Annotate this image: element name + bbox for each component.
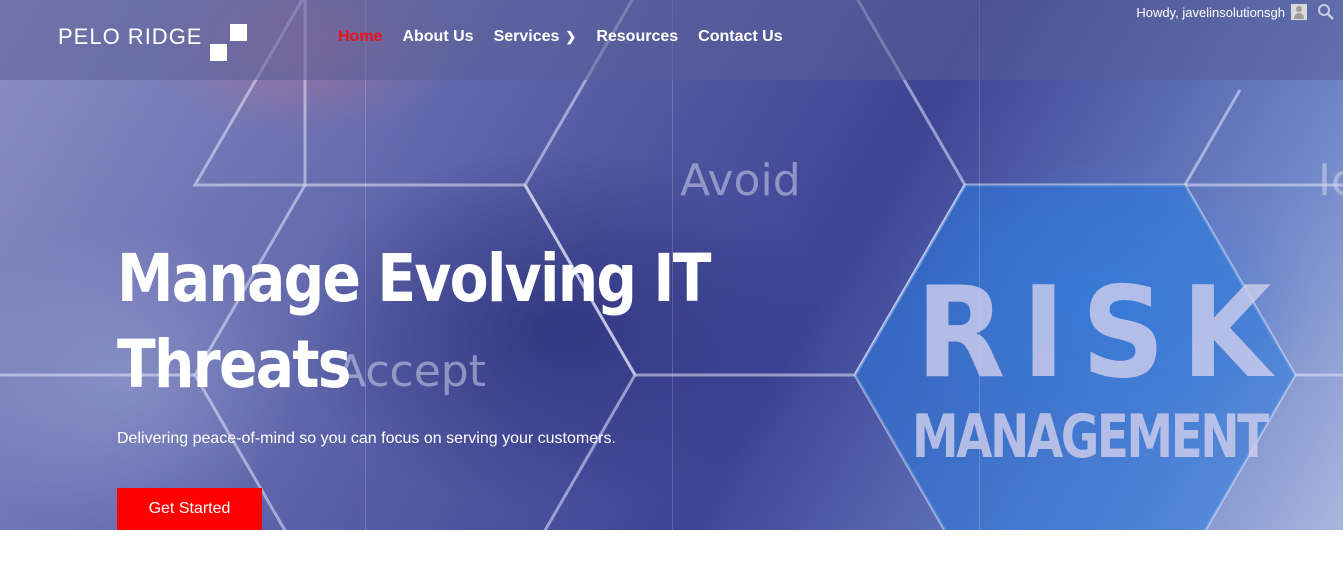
nav-services-label: Services	[493, 28, 560, 45]
avatar-icon	[1291, 4, 1307, 20]
hero-subheading: Delivering peace-of-mind so you can focu…	[117, 430, 616, 447]
admin-greeting[interactable]: Howdy, javelinsolutionsgh	[1136, 4, 1307, 20]
hero-headline-line1: Manage Evolving IT	[117, 240, 711, 317]
bg-word-edge: Ic	[1318, 155, 1343, 206]
bg-word-avoid: Avoid	[680, 155, 801, 206]
bg-word-management: MANAGEMENT	[912, 402, 1269, 472]
chevron-right-icon: ❯	[565, 29, 577, 44]
hero-headline: Manage Evolving IT Threats	[117, 236, 736, 408]
bg-word-risk: RISK	[916, 259, 1288, 406]
nav-home[interactable]: Home	[338, 28, 382, 46]
get-started-button[interactable]: Get Started	[117, 488, 262, 530]
logo-mark-icon	[210, 24, 248, 62]
nav-resources[interactable]: Resources	[596, 28, 678, 46]
hero-headline-line2: Threats	[117, 326, 352, 403]
site-logo-text[interactable]: PELO RIDGE	[58, 24, 202, 50]
site-header: PELO RIDGE Home About Us Services ❯ Resou…	[0, 0, 1343, 80]
admin-greeting-text: Howdy, javelinsolutionsgh	[1136, 4, 1285, 20]
main-nav: Home About Us Services ❯ Resources Contac…	[338, 28, 803, 46]
nav-contact-us[interactable]: Contact Us	[698, 28, 782, 46]
search-icon[interactable]	[1317, 3, 1335, 21]
nav-services[interactable]: Services ❯	[494, 28, 577, 46]
nav-about-us[interactable]: About Us	[402, 28, 473, 46]
